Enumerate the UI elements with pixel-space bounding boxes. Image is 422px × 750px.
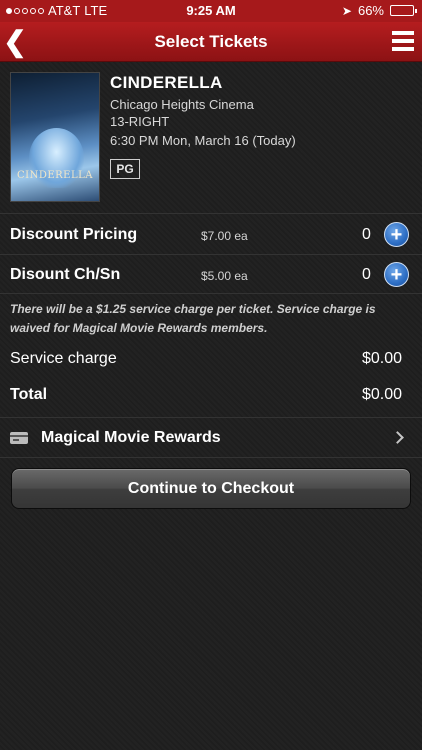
auditorium: 13-RIGHT: [110, 114, 170, 129]
ticket-quantity: 0: [362, 226, 371, 243]
ticket-type-label: Discount Pricing: [10, 226, 138, 243]
rating-badge: PG: [110, 159, 140, 179]
total-label: Total: [10, 386, 48, 403]
showtime: 6:30 PM Mon, March 16 (Today): [110, 133, 296, 148]
chevron-right-icon: [391, 431, 404, 444]
battery-icon: [390, 5, 417, 16]
ticket-quantity: 0: [362, 266, 371, 283]
page-title: Select Tickets: [154, 32, 268, 51]
movie-title: CINDERELLA: [110, 73, 223, 92]
hamburger-menu-icon: [392, 31, 414, 35]
service-charge-label: Service charge: [10, 350, 117, 367]
plus-icon: +: [390, 263, 403, 286]
battery-percent: 66%: [357, 3, 384, 18]
ticket-row-discount-pricing: Discount Pricing $7.00 ea 0 +: [0, 215, 422, 255]
total-value: $0.00: [361, 386, 402, 403]
divider: [0, 457, 422, 458]
order-summary: There will be a $1.25 service charge per…: [0, 294, 422, 416]
ticket-price: $5.00 ea: [201, 269, 248, 283]
movie-poster: CINDERELLA: [10, 72, 100, 202]
ticket-row-discount-child-senior: Disount Ch/Sn $5.00 ea 0 +: [0, 255, 422, 295]
ticket-price: $7.00 ea: [201, 229, 248, 243]
location-icon: ➤: [341, 3, 352, 18]
plus-icon: +: [390, 223, 403, 246]
status-right: ➤ 66%: [341, 3, 417, 18]
add-ticket-button[interactable]: +: [384, 262, 409, 287]
credit-card-icon: [10, 432, 28, 444]
ticket-type-label: Disount Ch/Sn: [10, 266, 121, 283]
poster-logo: CINDERELLA: [16, 170, 93, 181]
navigation-bar: ❮ Select Tickets: [0, 22, 422, 62]
movie-info: CINDERELLA CINDERELLA Chicago Heights Ci…: [0, 62, 422, 214]
menu-button[interactable]: [392, 31, 414, 51]
status-bar: AT&T LTE 9:25 AM ➤ 66%: [0, 0, 422, 22]
service-charge-notice: There will be a $1.25 service charge per…: [10, 302, 376, 335]
service-charge-value: $0.00: [361, 350, 402, 367]
theater-name: Chicago Heights Cinema: [110, 97, 254, 112]
add-ticket-button[interactable]: +: [384, 222, 409, 247]
divider: [0, 213, 422, 214]
continue-to-checkout-button[interactable]: Continue to Checkout: [11, 468, 411, 509]
rewards-row[interactable]: Magical Movie Rewards: [0, 418, 422, 458]
rewards-label: Magical Movie Rewards: [41, 429, 221, 446]
